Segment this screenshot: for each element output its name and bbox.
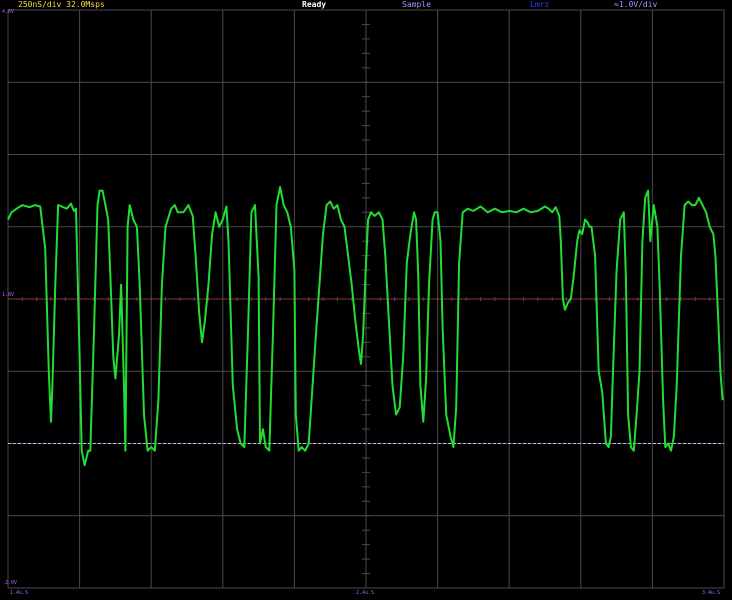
marker-time-right: 3.4u.S: [702, 590, 721, 596]
marker-mid-left: 1.0V: [2, 292, 15, 298]
scope-display: [7, 9, 725, 589]
marker-time-mid: 2.4u.S: [356, 590, 375, 596]
marker-top-left: 4.0V: [2, 9, 15, 15]
marker-bottom-left: -2.0V: [2, 580, 18, 586]
marker-time-left: 1.4u.S: [10, 590, 29, 596]
signal-trace: [7, 186, 724, 467]
